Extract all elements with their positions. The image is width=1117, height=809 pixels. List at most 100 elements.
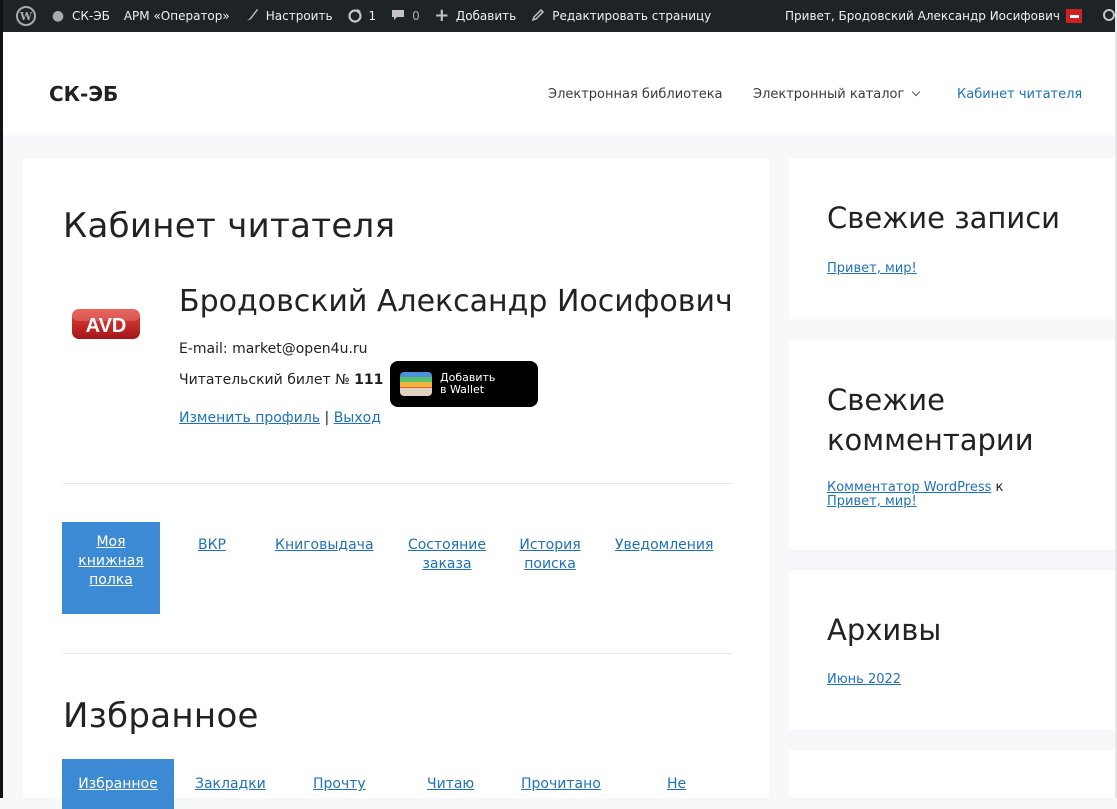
admin-site-name-label: СК-ЭБ (72, 9, 110, 23)
tab-order-status[interactable]: Состояние заказа (406, 536, 488, 574)
tab-shelf-word-1: Моя (96, 534, 126, 550)
site-title[interactable]: СК-ЭБ (49, 82, 118, 106)
admin-comments-count: 0 (412, 9, 420, 23)
nav-item-library[interactable]: Электронная библиотека (548, 87, 723, 102)
comment-post-link[interactable]: Привет, мир! (827, 494, 917, 509)
wallet-icon (400, 372, 432, 396)
profile-email: E-mail: market@open4u.ru (179, 341, 368, 357)
nav-item-catalog-label: Электронный каталог (753, 87, 905, 102)
tab-shelf-word-2: книжная (78, 553, 144, 569)
subtab-favorites[interactable]: Избранное (62, 759, 174, 809)
admin-bar: W ● СК-ЭБ АРМ «Оператор» Настроить 1 0 +… (0, 0, 1117, 32)
email-value: market@open4u.ru (232, 341, 368, 357)
admin-customize[interactable]: Настроить (237, 0, 340, 32)
site-header: СК-ЭБ Электронная библиотека Электронный… (3, 32, 1115, 135)
email-label: E-mail: (179, 341, 233, 357)
wordpress-icon: W (16, 6, 36, 26)
user-avatar (1066, 9, 1082, 23)
avd-logo: AVD (72, 309, 140, 339)
page-title: Кабинет читателя (63, 206, 396, 246)
admin-add-new-label: Добавить (455, 9, 517, 23)
divider (63, 653, 731, 654)
pencil-icon (530, 8, 546, 24)
admin-add-new[interactable]: + Добавить (427, 0, 523, 32)
widget-next (789, 750, 1117, 798)
tab-order-word-1: Состояние (407, 537, 487, 553)
wallet-line-2: в Wallet (440, 383, 485, 396)
comment-icon (390, 8, 406, 24)
divider (63, 483, 731, 484)
profile-links: Изменить профиль | Выход (179, 410, 381, 426)
recent-post-link[interactable]: Привет, мир! (827, 261, 917, 276)
tab-order-word-2: заказа (422, 556, 472, 572)
dashboard-icon: ● (51, 8, 65, 24)
admin-updates-count: 1 (368, 9, 377, 23)
subtab-not-link[interactable]: Не (667, 776, 686, 792)
add-to-wallet-button[interactable]: Добавить в Wallet (390, 361, 538, 407)
admin-updates[interactable]: 1 (340, 0, 384, 32)
profile-name: Бродовский Александр Иосифович (179, 284, 733, 319)
widget-recent-comments-title: Свежие комментарии (827, 380, 1034, 460)
admin-comments[interactable]: 0 (383, 0, 427, 32)
admin-site-name[interactable]: ● СК-ЭБ (43, 0, 117, 32)
subtab-reading-link[interactable]: Читаю (427, 776, 474, 792)
tab-notifications[interactable]: Уведомления (615, 536, 713, 555)
subtab-will-read-link[interactable]: Прочту (313, 776, 366, 792)
wp-logo-menu[interactable]: W (0, 0, 43, 32)
subtab-bookmarks-link[interactable]: Закладки (195, 776, 266, 792)
tab-notifications-link[interactable]: Уведомления (615, 537, 713, 553)
tab-my-bookshelf[interactable]: Моя книжная полка (62, 522, 160, 614)
comment-author-link[interactable]: Комментатор WordPress (827, 480, 991, 495)
chevron-down-icon (912, 87, 921, 97)
nav-item-catalog[interactable]: Электронный каталог (753, 87, 921, 102)
subtab-not[interactable]: Не (667, 775, 686, 794)
main-content: Кабинет читателя AVD Бродовский Александ… (23, 158, 769, 809)
widget-recent-posts-title: Свежие записи (827, 201, 1061, 235)
subtab-reading[interactable]: Читаю (427, 775, 474, 794)
comment-on-text: к (991, 480, 1004, 495)
updates-icon (347, 8, 363, 24)
favorites-title: Избранное (63, 696, 259, 736)
recent-comment-item: Комментатор WordPress к Привет, мир! (827, 481, 1003, 509)
tab-vkr[interactable]: ВКР (198, 536, 226, 555)
reader-card-label: Читательский билет № (179, 372, 355, 388)
admin-edit-page-label: Редактировать страницу (552, 9, 712, 23)
tab-history-word-1: История (519, 537, 581, 553)
admin-greeting: Привет, Бродовский Александр Иосифович (785, 9, 1060, 23)
widget-archives-title: Архивы (827, 613, 942, 647)
reader-card-number: 111 (354, 372, 384, 388)
recent-comments-title-line-2: комментарии (827, 423, 1034, 457)
widget-recent-comments: Свежие комментарии Комментатор WordPress … (789, 340, 1117, 550)
widget-recent-posts: Свежие записи Привет, мир! (789, 158, 1117, 319)
link-separator: | (320, 410, 334, 426)
edit-profile-link[interactable]: Изменить профиль (179, 410, 320, 426)
nav-item-cabinet[interactable]: Кабинет читателя (957, 87, 1082, 102)
subtab-read[interactable]: Прочитано (521, 775, 601, 794)
admin-edit-page[interactable]: Редактировать страницу (523, 0, 718, 32)
subtab-bookmarks[interactable]: Закладки (195, 775, 266, 794)
subtab-read-link[interactable]: Прочитано (521, 776, 601, 792)
tab-book-issue[interactable]: Книговыдача (275, 536, 374, 555)
reader-card: Читательский билет № 111 (179, 372, 383, 388)
archive-link[interactable]: Июнь 2022 (827, 672, 901, 687)
tab-book-issue-link[interactable]: Книговыдача (275, 537, 374, 553)
admin-arm-operator[interactable]: АРМ «Оператор» (117, 0, 237, 32)
subtab-will-read[interactable]: Прочту (313, 775, 366, 794)
avd-logo-text: AVD (86, 315, 127, 337)
wallet-button-text: Добавить в Wallet (440, 372, 495, 396)
tab-my-bookshelf-link[interactable]: Моя книжная полка (78, 534, 143, 588)
tab-search-history[interactable]: История поиска (517, 536, 583, 574)
recent-comments-title-line-1: Свежие (827, 383, 945, 417)
tab-order-status-link[interactable]: Состояние заказа (408, 537, 486, 572)
tab-shelf-word-3: полка (89, 572, 133, 588)
widget-archives: Архивы Июнь 2022 (789, 570, 1117, 730)
window-left-border (0, 0, 3, 798)
logout-link[interactable]: Выход (334, 410, 381, 426)
admin-my-account[interactable]: Привет, Бродовский Александр Иосифович (778, 0, 1089, 32)
admin-customize-label: Настроить (265, 9, 333, 23)
tab-history-word-2: поиска (524, 556, 576, 572)
admin-arm-label: АРМ «Оператор» (123, 9, 230, 23)
tab-vkr-link[interactable]: ВКР (198, 537, 226, 553)
subtab-favorites-link[interactable]: Избранное (78, 776, 158, 792)
tab-search-history-link[interactable]: История поиска (519, 537, 580, 572)
